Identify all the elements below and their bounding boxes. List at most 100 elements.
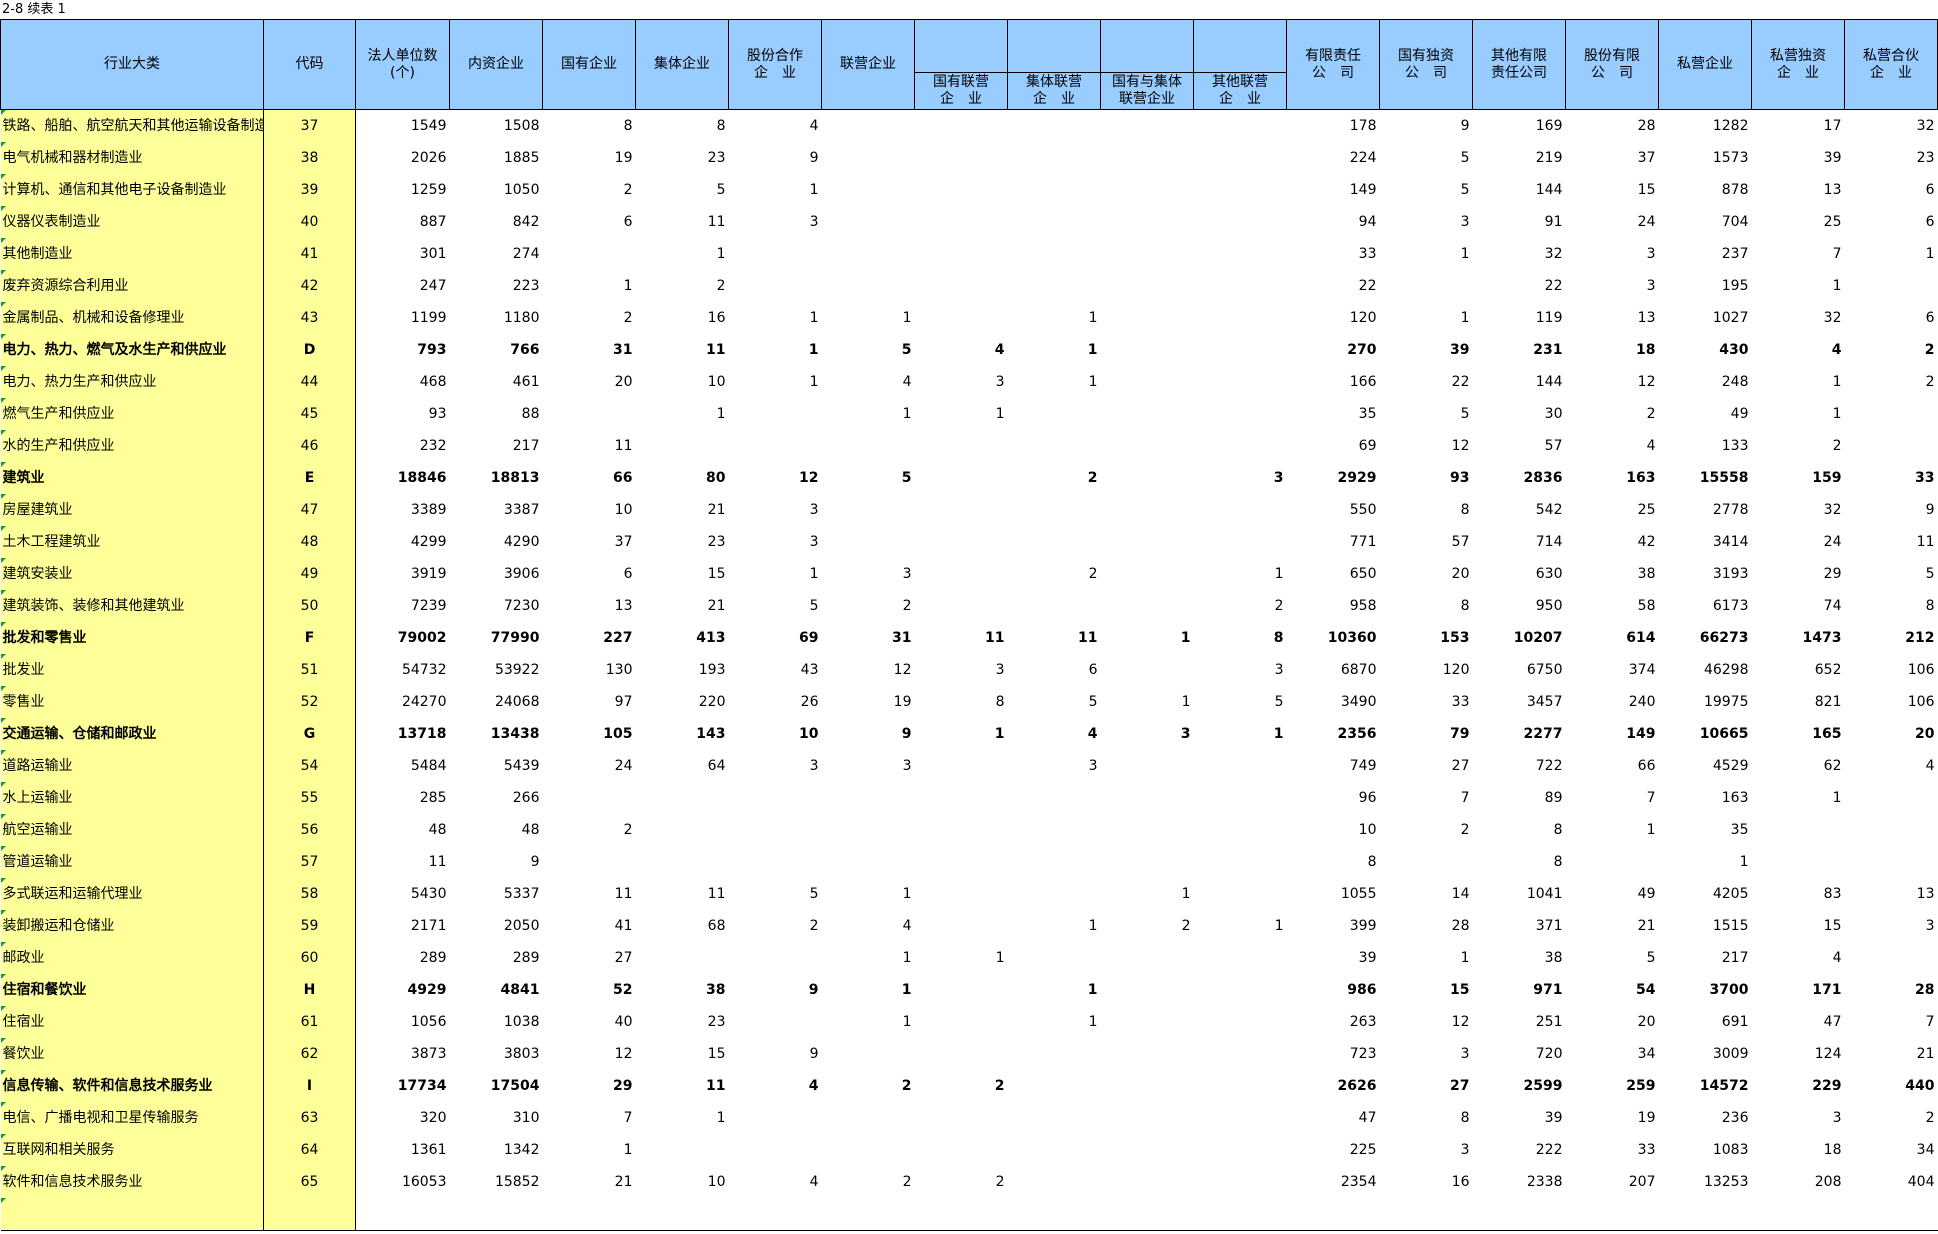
value-cell[interactable]: 35 — [1659, 814, 1752, 846]
value-cell[interactable]: 220 — [636, 686, 729, 718]
value-cell[interactable]: 6 — [1008, 654, 1101, 686]
value-cell[interactable]: 8 — [636, 110, 729, 143]
value-cell[interactable] — [1194, 878, 1287, 910]
value-cell[interactable] — [1194, 1070, 1287, 1102]
value-cell[interactable]: 207 — [1566, 1166, 1659, 1198]
value-cell[interactable]: 149 — [1287, 174, 1380, 206]
value-cell[interactable]: 1 — [1380, 238, 1473, 270]
value-cell[interactable]: 10360 — [1287, 622, 1380, 654]
value-cell[interactable]: 4 — [1566, 430, 1659, 462]
industry-code-cell[interactable]: 41 — [263, 238, 356, 270]
value-cell[interactable] — [1845, 782, 1938, 814]
value-cell[interactable]: 1 — [636, 398, 729, 430]
value-cell[interactable]: 1 — [729, 302, 822, 334]
value-cell[interactable]: 413 — [636, 622, 729, 654]
value-cell[interactable] — [636, 430, 729, 462]
value-cell[interactable] — [822, 110, 915, 143]
value-cell[interactable] — [822, 494, 915, 526]
value-cell[interactable]: 2 — [1566, 398, 1659, 430]
value-cell[interactable]: 48 — [356, 814, 450, 846]
value-cell[interactable]: 217 — [450, 430, 543, 462]
value-cell[interactable]: 15 — [1566, 174, 1659, 206]
industry-name-cell[interactable]: 金属制品、机械和设备修理业 — [0, 302, 264, 334]
value-cell[interactable]: 53922 — [450, 654, 543, 686]
value-cell[interactable]: 83 — [1752, 878, 1845, 910]
value-cell[interactable] — [1101, 590, 1194, 622]
value-cell[interactable]: 21 — [1845, 1038, 1938, 1070]
value-cell[interactable]: 12 — [1380, 430, 1473, 462]
value-cell[interactable]: 3919 — [356, 558, 450, 590]
value-cell[interactable]: 1 — [636, 1102, 729, 1134]
value-cell[interactable]: 13253 — [1659, 1166, 1752, 1198]
value-cell[interactable] — [915, 878, 1008, 910]
industry-name-cell[interactable]: 电力、热力生产和供应业 — [0, 366, 264, 398]
value-cell[interactable]: 2 — [1194, 590, 1287, 622]
value-cell[interactable] — [1008, 782, 1101, 814]
value-cell[interactable]: 6870 — [1287, 654, 1380, 686]
value-cell[interactable]: 430 — [1659, 334, 1752, 366]
value-cell[interactable] — [822, 1102, 915, 1134]
value-cell[interactable]: 8 — [1473, 846, 1566, 878]
value-cell[interactable]: 178 — [1287, 110, 1380, 143]
value-cell[interactable]: 3 — [729, 494, 822, 526]
value-cell[interactable]: 12 — [1566, 366, 1659, 398]
value-cell[interactable]: 2 — [822, 1166, 915, 1198]
value-cell[interactable] — [1101, 814, 1194, 846]
value-cell[interactable] — [915, 238, 1008, 270]
value-cell[interactable]: 22 — [1473, 270, 1566, 302]
value-cell[interactable]: 29 — [543, 1070, 636, 1102]
value-cell[interactable]: 30 — [1473, 398, 1566, 430]
value-cell[interactable]: 1 — [1380, 302, 1473, 334]
value-cell[interactable] — [1101, 558, 1194, 590]
value-cell[interactable] — [1101, 1166, 1194, 1198]
value-cell[interactable]: 1 — [543, 1134, 636, 1166]
value-cell[interactable] — [729, 1006, 822, 1038]
value-cell[interactable] — [1008, 494, 1101, 526]
value-cell[interactable]: 4 — [1008, 718, 1101, 750]
value-cell[interactable]: 3387 — [450, 494, 543, 526]
value-cell[interactable] — [1101, 750, 1194, 782]
value-cell[interactable]: 4 — [1752, 334, 1845, 366]
value-cell[interactable]: 1 — [1845, 238, 1938, 270]
value-cell[interactable]: 52 — [543, 974, 636, 1006]
value-cell[interactable]: 652 — [1752, 654, 1845, 686]
value-cell[interactable]: 16053 — [356, 1166, 450, 1198]
value-cell[interactable]: 11 — [915, 622, 1008, 654]
value-cell[interactable] — [1008, 878, 1101, 910]
value-cell[interactable] — [1194, 238, 1287, 270]
value-cell[interactable]: 2 — [915, 1166, 1008, 1198]
value-cell[interactable]: 4290 — [450, 526, 543, 558]
value-cell[interactable] — [1101, 942, 1194, 974]
value-cell[interactable]: 69 — [729, 622, 822, 654]
value-cell[interactable]: 720 — [1473, 1038, 1566, 1070]
value-cell[interactable]: 17 — [1752, 110, 1845, 143]
value-cell[interactable] — [1194, 366, 1287, 398]
value-cell[interactable]: 10207 — [1473, 622, 1566, 654]
value-cell[interactable] — [1008, 142, 1101, 174]
value-cell[interactable]: 1 — [822, 398, 915, 430]
value-cell[interactable]: 93 — [356, 398, 450, 430]
value-cell[interactable]: 1 — [729, 558, 822, 590]
value-cell[interactable]: 5 — [822, 462, 915, 494]
value-cell[interactable] — [1752, 814, 1845, 846]
value-cell[interactable]: 542 — [1473, 494, 1566, 526]
value-cell[interactable]: 2836 — [1473, 462, 1566, 494]
value-cell[interactable] — [915, 590, 1008, 622]
value-cell[interactable] — [915, 174, 1008, 206]
value-cell[interactable] — [1008, 1038, 1101, 1070]
value-cell[interactable] — [1008, 110, 1101, 143]
value-cell[interactable]: 2 — [1845, 334, 1938, 366]
value-cell[interactable]: 5439 — [450, 750, 543, 782]
value-cell[interactable] — [1194, 1006, 1287, 1038]
value-cell[interactable]: 39 — [1287, 942, 1380, 974]
industry-code-cell[interactable]: 49 — [263, 558, 356, 590]
value-cell[interactable]: 3193 — [1659, 558, 1752, 590]
value-cell[interactable] — [1101, 974, 1194, 1006]
industry-name-cell[interactable]: 信息传输、软件和信息技术服务业 — [0, 1070, 264, 1102]
value-cell[interactable]: 10 — [729, 718, 822, 750]
value-cell[interactable]: 950 — [1473, 590, 1566, 622]
value-cell[interactable]: 4 — [822, 910, 915, 942]
value-cell[interactable]: 23 — [636, 142, 729, 174]
value-cell[interactable]: 1473 — [1752, 622, 1845, 654]
value-cell[interactable]: 5 — [1380, 174, 1473, 206]
